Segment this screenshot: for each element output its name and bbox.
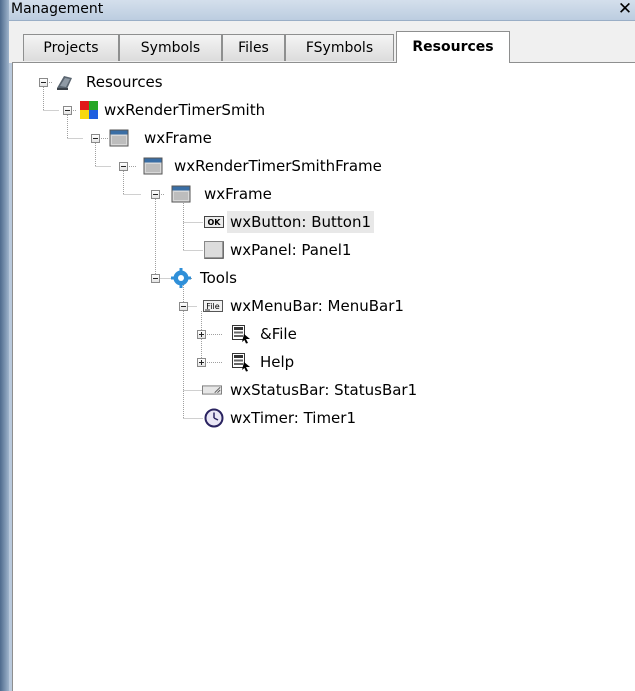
tree-node-wxframe[interactable]: wxFrame (141, 127, 215, 149)
expand-toggle-resources[interactable] (39, 78, 48, 87)
file-menu-icon: File (203, 300, 223, 312)
tree-node-resources[interactable]: Resources (83, 71, 166, 93)
tree-node-tools[interactable]: Tools (197, 267, 240, 289)
expand-toggle-menubar[interactable] (179, 302, 188, 311)
panel-title-bar: Management ✕ (9, 0, 635, 21)
tree-node-wxbutton[interactable]: wxButton: Button1 (227, 211, 374, 233)
panel-icon (204, 241, 224, 259)
tree-node-wxrendertimersmith[interactable]: wxRenderTimerSmith (101, 99, 268, 121)
menu-item-icon (232, 325, 250, 344)
menu-item-icon (232, 353, 250, 372)
frame-window-icon (109, 129, 129, 147)
tree-node-wxmenubar[interactable]: wxMenuBar: MenuBar1 (227, 295, 407, 317)
tree-node-wxstatusbar[interactable]: wxStatusBar: StatusBar1 (227, 379, 420, 401)
expand-toggle-wxframe[interactable] (91, 134, 100, 143)
expand-toggle-help-menu[interactable] (197, 358, 206, 367)
tab-resources[interactable]: Resources (396, 31, 510, 63)
tab-files[interactable]: Files (222, 34, 285, 61)
frame-window-icon (171, 185, 191, 203)
frame-window-icon (143, 157, 163, 175)
tab-projects[interactable]: Projects (23, 34, 119, 61)
tools-gear-icon (171, 268, 191, 288)
expand-toggle-tools[interactable] (151, 274, 160, 283)
window-left-border (0, 0, 9, 691)
clock-icon (204, 408, 224, 428)
tree-node-file-menu[interactable]: &File (257, 323, 300, 345)
tree-node-inner-wxframe[interactable]: wxFrame (201, 183, 275, 205)
expand-toggle-inner-wxframe[interactable] (151, 190, 160, 199)
status-bar-icon (202, 385, 222, 395)
svg-text:OK: OK (208, 218, 222, 227)
ok-button-icon: OK (204, 216, 224, 228)
panel-title: Management (11, 1, 104, 17)
multicolor-project-icon (80, 101, 98, 119)
tree-node-wxpanel[interactable]: wxPanel: Panel1 (227, 239, 354, 261)
tree-node-wxrendertimersmithframe[interactable]: wxRenderTimerSmithFrame (171, 155, 385, 177)
expand-toggle-wxrendertimersmith[interactable] (63, 106, 72, 115)
resources-icon (57, 76, 72, 90)
tab-symbols[interactable]: Symbols (119, 34, 222, 61)
resource-tree-panel[interactable]: Resources wxRenderTimerSmith wxFrame wxR… (12, 63, 635, 691)
tree-node-wxtimer[interactable]: wxTimer: Timer1 (227, 407, 359, 429)
tree-node-help-menu[interactable]: Help (257, 351, 297, 373)
expand-toggle-wxrendertimersmithframe[interactable] (119, 162, 128, 171)
tab-fsymbols[interactable]: FSymbols (285, 34, 394, 61)
expand-toggle-file-menu[interactable] (197, 330, 206, 339)
close-icon[interactable]: ✕ (617, 0, 633, 19)
